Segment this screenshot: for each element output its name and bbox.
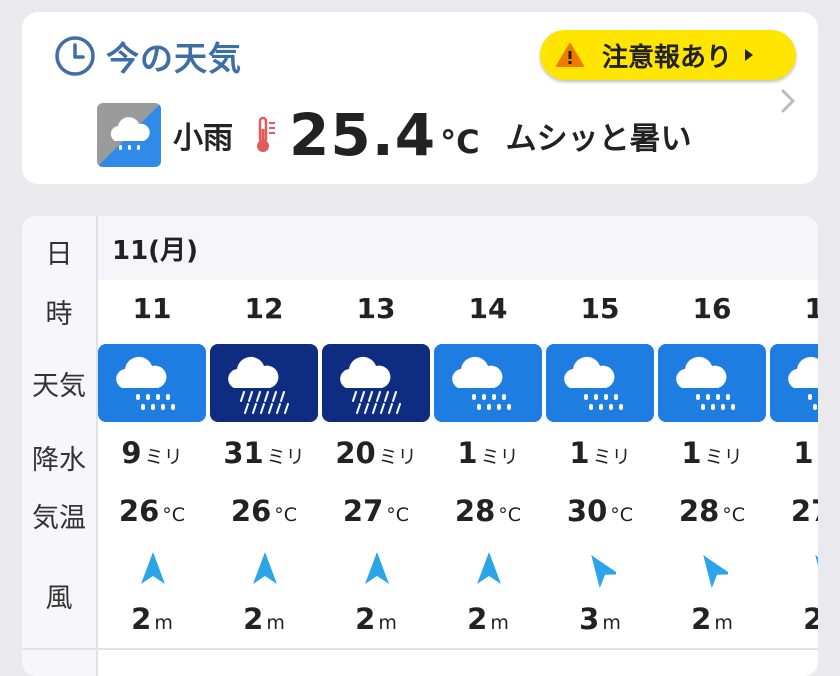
light-rain-icon bbox=[97, 103, 161, 167]
wind-speed: 2m bbox=[131, 602, 173, 636]
wind-speed: 3m bbox=[579, 602, 621, 636]
alert-button[interactable]: 注意報あり bbox=[540, 30, 796, 80]
temperature-value: 26 °C bbox=[230, 494, 298, 528]
wind-direction-icon bbox=[141, 552, 165, 584]
temperature-value: 30 °C bbox=[566, 494, 634, 528]
current-condition: 小雨 25.4 °C ムシッと暑い bbox=[97, 100, 692, 170]
rain-amount: 1ミリ bbox=[793, 436, 818, 470]
label-day: 日 bbox=[45, 239, 73, 270]
label-hour: 時 bbox=[45, 299, 73, 330]
heavy-rain-icon bbox=[322, 344, 430, 422]
label-wind: 風 bbox=[45, 583, 73, 614]
rain-icon bbox=[658, 344, 766, 422]
hour-column: 12 31 ミリ 26 °C 2 m bbox=[210, 280, 318, 676]
chevron-right-icon[interactable] bbox=[780, 88, 796, 114]
current-weather-title: 今の天気 bbox=[106, 39, 242, 78]
temperature-value: 28 °C bbox=[454, 494, 522, 528]
rain-icon bbox=[98, 344, 206, 422]
label-weather: 天気 bbox=[32, 371, 86, 402]
current-weather-card[interactable]: 今の天気 注意報あり 小雨 25.4 °C ムシッと暑い bbox=[22, 12, 818, 184]
temperature-value: 26 °C bbox=[118, 494, 186, 528]
row-labels: 日 時 天気 降水 気温 風 bbox=[22, 216, 98, 676]
current-temperature: 25.4 bbox=[289, 101, 437, 169]
rain-icon bbox=[434, 344, 542, 422]
day-label: 11(月) bbox=[112, 236, 198, 266]
hour-label: 11 bbox=[132, 292, 172, 325]
rain-icon bbox=[770, 344, 818, 422]
clock-icon bbox=[55, 36, 95, 76]
wind-direction-icon bbox=[253, 552, 277, 584]
rain-amount: 31 ミリ bbox=[223, 436, 305, 470]
hour-label: 15 bbox=[580, 292, 620, 325]
hour-column: 15 1 ミリ 30 °C 3 m bbox=[546, 280, 654, 676]
hour-column: 14 1 ミリ 28 °C 2 m bbox=[434, 280, 542, 676]
hour-label: 12 bbox=[244, 292, 284, 325]
hour-column: 16 1 ミリ 28 °C 2 m bbox=[658, 280, 766, 676]
label-rain: 降水 bbox=[32, 445, 86, 476]
divider bbox=[22, 648, 818, 650]
label-temp: 気温 bbox=[32, 503, 86, 534]
wind-speed: 2m bbox=[691, 602, 733, 636]
hour-label: 13 bbox=[356, 292, 396, 325]
day-header: 11(月) bbox=[98, 216, 818, 280]
wind-direction-icon bbox=[591, 555, 616, 588]
alert-label: 注意報あり bbox=[602, 42, 733, 73]
current-condition-text: 小雨 bbox=[173, 121, 233, 156]
wind-speed: 2m bbox=[355, 602, 397, 636]
heavy-rain-icon bbox=[210, 344, 318, 422]
current-temperature-unit: °C bbox=[440, 123, 480, 161]
hour-column: 11 9 ミリ 26 °C 2 m bbox=[98, 280, 206, 676]
hour-label: 16 bbox=[692, 292, 732, 325]
wind-speed: 2m bbox=[243, 602, 285, 636]
warning-icon bbox=[556, 43, 584, 67]
wind-direction-icon bbox=[477, 552, 501, 584]
rain-amount: 1ミリ bbox=[457, 436, 519, 470]
rain-icon bbox=[546, 344, 654, 422]
hourly-forecast-table[interactable]: 日 時 天気 降水 気温 風 11(月) 11 9 ミリ 26 °C 2 m 12 31 ミリ 26… bbox=[22, 216, 818, 676]
hour-column: 17 1ミリ 27°C 2m bbox=[770, 280, 818, 676]
hour-label: 17 bbox=[804, 292, 818, 325]
temperature-value: 28 °C bbox=[678, 494, 746, 528]
wind-direction-icon bbox=[365, 552, 389, 584]
wind-speed: 2m bbox=[467, 602, 509, 636]
wind-speed: 2m bbox=[803, 602, 818, 636]
current-feel-text: ムシッと暑い bbox=[505, 120, 692, 157]
rain-amount: 1ミリ bbox=[569, 436, 631, 470]
rain-amount: 9 ミリ bbox=[121, 436, 183, 470]
thermometer-icon bbox=[257, 116, 275, 152]
wind-direction-icon bbox=[703, 555, 728, 588]
rain-amount: 1ミリ bbox=[681, 436, 743, 470]
hour-columns[interactable]: 11 9 ミリ 26 °C 2 m 12 31 ミリ 26 °C 2 m 13 20 ミリ 27 °C 2 m 14 1 ミリ… bbox=[98, 280, 818, 676]
hour-column: 13 20 ミリ 27 °C 2 m bbox=[322, 280, 430, 676]
play-arrow-icon bbox=[745, 49, 754, 61]
current-weather-header: 今の天気 bbox=[54, 32, 242, 80]
wind-direction-icon bbox=[815, 555, 818, 588]
temperature-value: 27°C bbox=[342, 494, 410, 528]
temperature-value: 27°C bbox=[790, 494, 818, 528]
rain-amount: 20 ミリ bbox=[335, 436, 417, 470]
hour-label: 14 bbox=[468, 292, 508, 325]
